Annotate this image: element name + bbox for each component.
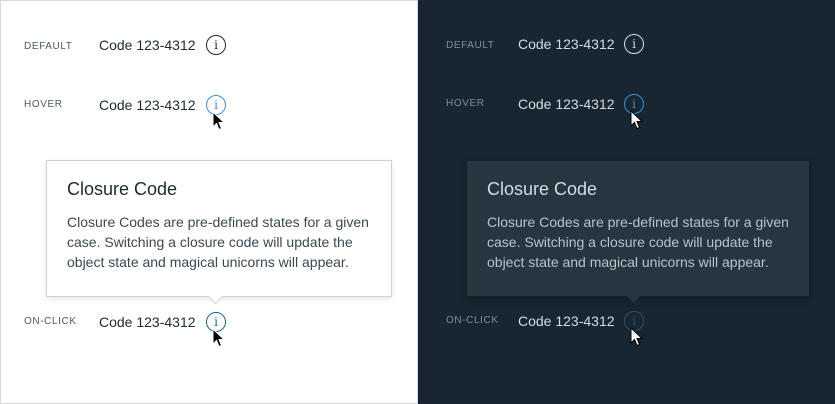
code-value: Code 123-4312 (99, 314, 196, 330)
state-label-default: DEFAULT (446, 40, 495, 51)
mouse-cursor-icon (630, 110, 644, 130)
state-label-onclick: ON-CLICK (24, 316, 77, 327)
popover-title: Closure Code (487, 179, 598, 199)
code-value: Code 123-4312 (99, 97, 196, 113)
code-value: Code 123-4312 (518, 36, 615, 52)
popover-arrow (625, 288, 642, 305)
state-label-onclick: ON-CLICK (446, 315, 499, 326)
popover-arrow (207, 288, 224, 305)
closure-code-popover: Closure Code Closure Codes are pre-defin… (466, 160, 810, 305)
popover-body: Closure Codes are pre-defined states for… (67, 214, 369, 270)
info-icon[interactable]: i (624, 34, 644, 54)
code-value: Code 123-4312 (518, 313, 615, 329)
state-label-hover: HOVER (24, 99, 63, 110)
popover-body: Closure Codes are pre-defined states for… (487, 214, 789, 270)
code-value: Code 123-4312 (518, 96, 615, 112)
light-theme-panel: DEFAULT Code 123-4312 i HOVER Code 123-4… (0, 0, 418, 404)
state-label-hover: HOVER (446, 98, 485, 109)
mouse-cursor-icon (212, 328, 226, 348)
mouse-cursor-icon (212, 111, 226, 131)
state-label-default: DEFAULT (24, 41, 73, 52)
mouse-cursor-icon (630, 327, 644, 347)
code-value: Code 123-4312 (99, 37, 196, 53)
popover-title: Closure Code (67, 179, 178, 199)
closure-code-popover: Closure Code Closure Codes are pre-defin… (46, 160, 392, 305)
info-icon[interactable]: i (206, 35, 226, 55)
dark-theme-panel: DEFAULT Code 123-4312 i HOVER Code 123-4… (418, 0, 835, 404)
